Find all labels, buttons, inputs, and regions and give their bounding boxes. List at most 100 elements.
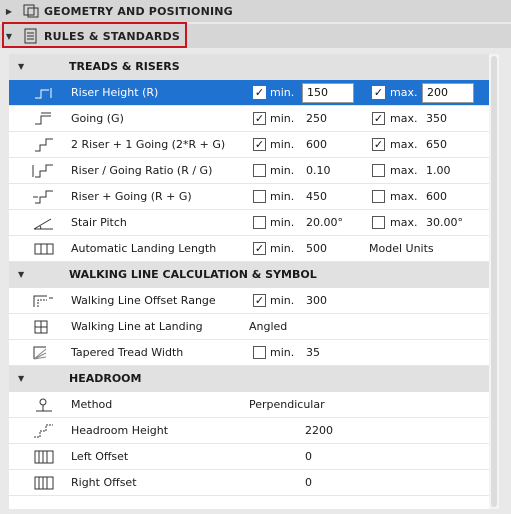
row-label: Riser / Going Ratio (R / G) bbox=[71, 164, 213, 177]
table-row-two-riser-going[interactable]: 2 Riser + 1 Going (2*R + G) ✓ min. 600 ✓… bbox=[9, 132, 489, 158]
model-units-label: Model Units bbox=[369, 242, 434, 255]
left-offset-icon bbox=[31, 448, 59, 466]
expanded-triangle-icon[interactable]: ▼ bbox=[0, 32, 18, 41]
method-value[interactable]: Perpendicular bbox=[249, 398, 325, 411]
riser-height-max-input[interactable]: 200 bbox=[422, 83, 474, 103]
max-value[interactable]: 650 bbox=[426, 138, 447, 151]
min-label: min. bbox=[270, 164, 295, 177]
min-label: min. bbox=[270, 112, 295, 125]
min-value[interactable]: 300 bbox=[306, 294, 327, 307]
section-treads-risers[interactable]: ▼ TREADS & RISERS bbox=[9, 54, 489, 80]
min-value[interactable]: 500 bbox=[306, 242, 327, 255]
min-label: min. bbox=[270, 346, 295, 359]
min-label: min. bbox=[270, 138, 295, 151]
max-value[interactable]: 30.00° bbox=[426, 216, 463, 229]
table-row-stair-pitch[interactable]: Stair Pitch min. 20.00° max. 30.00° bbox=[9, 210, 489, 236]
min-value[interactable]: 600 bbox=[306, 138, 327, 151]
landing-length-icon bbox=[31, 240, 59, 258]
max-checkbox[interactable]: ✓ bbox=[372, 112, 385, 125]
table-row-left-offset[interactable]: Left Offset 0 bbox=[9, 444, 489, 470]
max-checkbox[interactable] bbox=[372, 216, 385, 229]
min-checkbox[interactable]: ✓ bbox=[253, 112, 266, 125]
stair-pitch-icon bbox=[31, 214, 59, 232]
row-label: Left Offset bbox=[71, 450, 129, 463]
table-row-riser-plus-going[interactable]: Riser + Going (R + G) min. 450 max. 600 bbox=[9, 184, 489, 210]
tapered-tread-icon bbox=[31, 344, 59, 362]
going-icon bbox=[31, 110, 59, 128]
row-label: Tapered Tread Width bbox=[71, 346, 184, 359]
table-row-walking-line-landing[interactable]: Walking Line at Landing Angled bbox=[9, 314, 489, 340]
min-label: min. bbox=[270, 216, 295, 229]
min-checkbox[interactable] bbox=[253, 346, 266, 359]
geometry-icon bbox=[18, 2, 44, 20]
table-row-tapered-tread[interactable]: Tapered Tread Width min. 35 bbox=[9, 340, 489, 366]
min-checkbox[interactable] bbox=[253, 164, 266, 177]
table-row-headroom-height[interactable]: Headroom Height 2200 bbox=[9, 418, 489, 444]
expanded-triangle-icon[interactable]: ▼ bbox=[18, 62, 24, 71]
section-walking-line[interactable]: ▼ WALKING LINE CALCULATION & SYMBOL bbox=[9, 262, 489, 288]
min-value[interactable]: 35 bbox=[306, 346, 320, 359]
min-value[interactable]: 0.10 bbox=[306, 164, 331, 177]
vertical-scrollbar[interactable] bbox=[489, 54, 499, 509]
max-label: max. bbox=[390, 216, 418, 229]
right-offset-icon bbox=[31, 474, 59, 492]
collapsed-triangle-icon[interactable]: ▶ bbox=[0, 7, 18, 16]
headroom-method-icon bbox=[31, 396, 59, 414]
table-row-riser-height[interactable]: Riser Height (R) ✓ min. 150 ✓ max. 200 bbox=[9, 80, 489, 106]
max-label: max. bbox=[390, 112, 418, 125]
max-label: max. bbox=[390, 190, 418, 203]
max-value[interactable]: 600 bbox=[426, 190, 447, 203]
row-label: Walking Line at Landing bbox=[71, 320, 203, 333]
min-label: min. bbox=[270, 294, 295, 307]
max-label: max. bbox=[390, 164, 418, 177]
geometry-positioning-header[interactable]: ▶ GEOMETRY AND POSITIONING bbox=[0, 0, 511, 22]
geometry-positioning-title: GEOMETRY AND POSITIONING bbox=[44, 4, 233, 18]
table-row-going[interactable]: Going (G) ✓ min. 250 ✓ max. 350 bbox=[9, 106, 489, 132]
rules-standards-title: RULES & STANDARDS bbox=[44, 29, 180, 43]
max-value[interactable]: 1.00 bbox=[426, 164, 451, 177]
row-label: Going (G) bbox=[71, 112, 124, 125]
left-offset-value[interactable]: 0 bbox=[305, 450, 312, 463]
riser-plus-going-icon bbox=[31, 188, 59, 206]
row-label: Headroom Height bbox=[71, 424, 169, 437]
row-label: Walking Line Offset Range bbox=[71, 294, 216, 307]
max-label: max. bbox=[390, 86, 418, 99]
max-value[interactable]: 350 bbox=[426, 112, 447, 125]
section-title: HEADROOM bbox=[69, 372, 142, 385]
max-checkbox[interactable]: ✓ bbox=[372, 86, 385, 99]
row-label: Right Offset bbox=[71, 476, 137, 489]
max-checkbox[interactable] bbox=[372, 164, 385, 177]
expanded-triangle-icon[interactable]: ▼ bbox=[18, 374, 24, 383]
walking-line-offset-icon bbox=[31, 292, 59, 310]
table-row-landing-length[interactable]: Automatic Landing Length ✓ min. 500 Mode… bbox=[9, 236, 489, 262]
table-row-method[interactable]: Method Perpendicular bbox=[9, 392, 489, 418]
min-value[interactable]: 20.00° bbox=[306, 216, 343, 229]
table-row-walking-line-offset[interactable]: Walking Line Offset Range ✓ min. 300 bbox=[9, 288, 489, 314]
section-title: TREADS & RISERS bbox=[69, 60, 180, 73]
max-checkbox[interactable] bbox=[372, 190, 385, 203]
table-row-right-offset[interactable]: Right Offset 0 bbox=[9, 470, 489, 496]
rules-standards-header[interactable]: ▼ RULES & STANDARDS bbox=[0, 24, 511, 48]
right-offset-value[interactable]: 0 bbox=[305, 476, 312, 489]
min-value[interactable]: 250 bbox=[306, 112, 327, 125]
min-checkbox[interactable]: ✓ bbox=[253, 138, 266, 151]
min-checkbox[interactable]: ✓ bbox=[253, 242, 266, 255]
max-checkbox[interactable]: ✓ bbox=[372, 138, 385, 151]
row-label: 2 Riser + 1 Going (2*R + G) bbox=[71, 138, 226, 151]
min-value[interactable]: 450 bbox=[306, 190, 327, 203]
rules-standards-panel: ▼ TREADS & RISERS Riser Height (R) ✓ min… bbox=[9, 54, 499, 509]
walking-line-landing-value[interactable]: Angled bbox=[249, 320, 287, 333]
scrollbar-thumb[interactable] bbox=[491, 56, 497, 507]
expanded-triangle-icon[interactable]: ▼ bbox=[18, 270, 24, 279]
min-checkbox[interactable] bbox=[253, 190, 266, 203]
min-checkbox[interactable] bbox=[253, 216, 266, 229]
ratio-icon bbox=[31, 162, 59, 180]
table-row-ratio[interactable]: Riser / Going Ratio (R / G) min. 0.10 ma… bbox=[9, 158, 489, 184]
section-headroom[interactable]: ▼ HEADROOM bbox=[9, 366, 489, 392]
rules-icon bbox=[18, 27, 44, 45]
riser-height-min-input[interactable]: 150 bbox=[302, 83, 354, 103]
min-checkbox[interactable]: ✓ bbox=[253, 86, 266, 99]
min-checkbox[interactable]: ✓ bbox=[253, 294, 266, 307]
headroom-height-value[interactable]: 2200 bbox=[305, 424, 333, 437]
row-label: Riser Height (R) bbox=[71, 86, 159, 99]
